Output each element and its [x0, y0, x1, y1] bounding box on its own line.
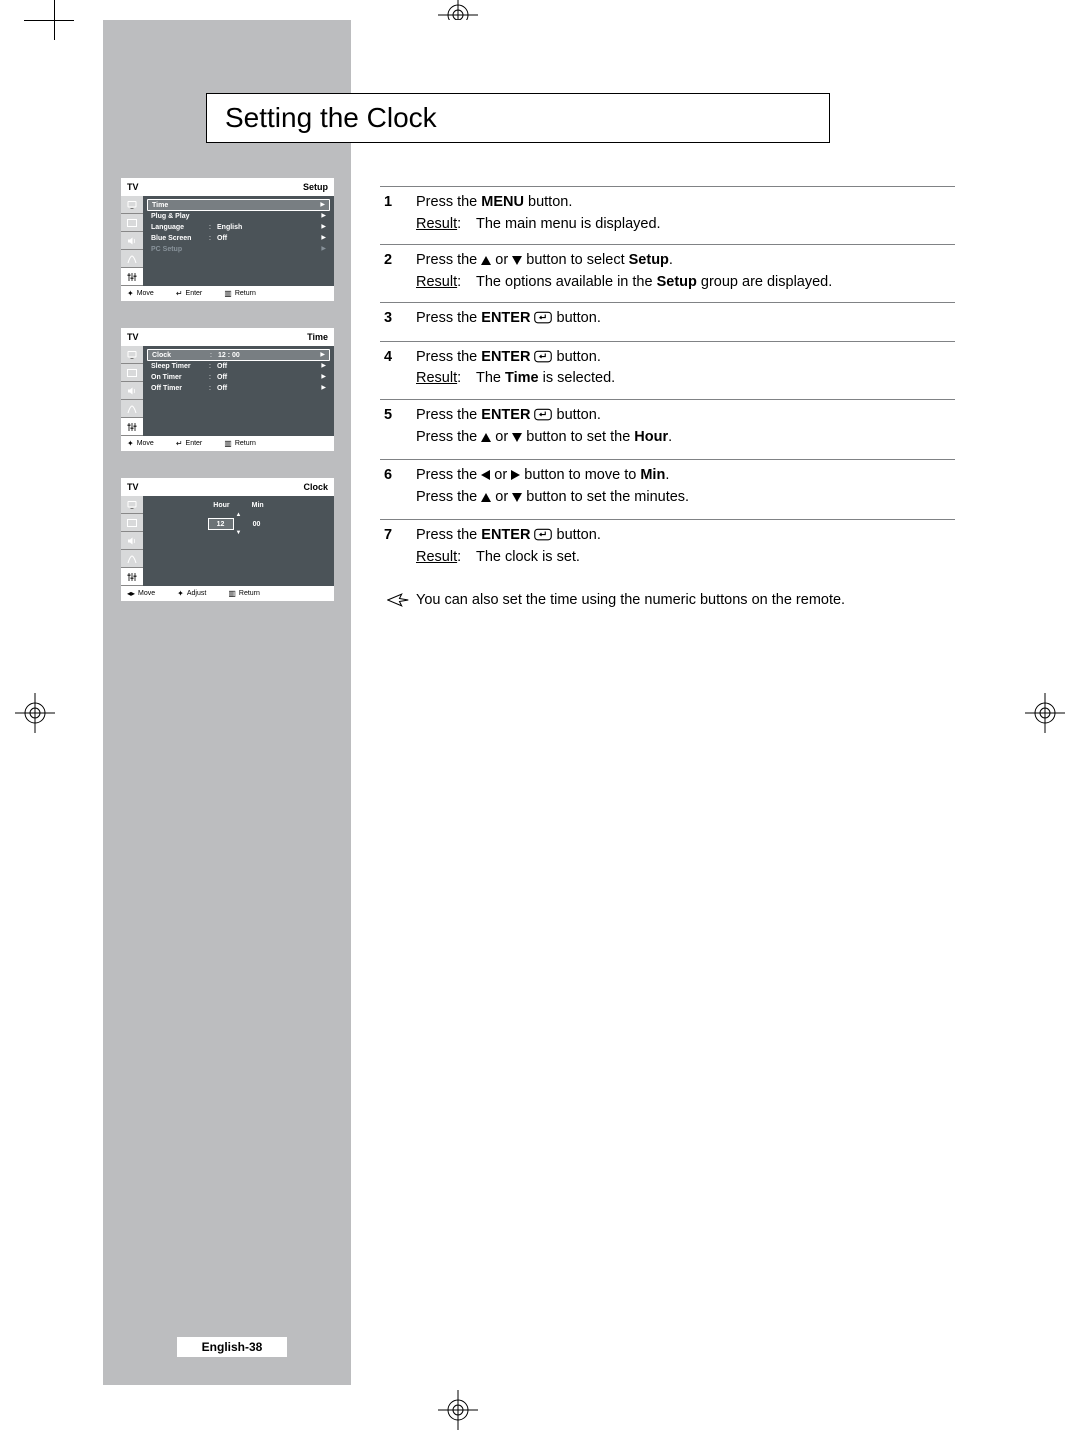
step-7: 7 Press the ENTER button. Result: The cl…: [380, 519, 955, 577]
return-glyph-icon: ▥: [228, 589, 236, 598]
down-arrow-icon: [512, 493, 522, 502]
osd-tabs: [121, 346, 143, 436]
move-glyph-icon: ✦: [127, 289, 134, 298]
enter-glyph-icon: ↵: [176, 289, 183, 298]
osd-clock-header: TV Clock: [121, 478, 334, 496]
osd-submenu-label: Setup: [303, 182, 328, 192]
osd-row-language: Language : English ▶: [147, 222, 330, 233]
osd-submenu-label: Clock: [303, 482, 328, 492]
clock-hour-label: Hour: [213, 502, 229, 509]
enter-icon: [534, 350, 552, 363]
step-1: 1 Press the MENU button. Result: The mai…: [380, 186, 955, 244]
up-arrow-icon: [481, 256, 491, 265]
right-arrow-icon: [511, 470, 520, 480]
osd-clock: TV Clock Hour Min ▲ 12 00: [121, 478, 334, 601]
move-glyph-icon: ◂▸: [127, 589, 135, 598]
registration-mark-right: [1025, 693, 1065, 733]
adjust-glyph-icon: ✦: [177, 589, 184, 598]
tab-setup-icon: [121, 418, 143, 436]
step-number: 2: [380, 251, 416, 292]
osd-row-on-timer: On Timer : Off ▶: [147, 372, 330, 383]
osd-submenu-label: Time: [307, 332, 328, 342]
osd-time-header: TV Time: [121, 328, 334, 346]
osd-tabs: [121, 496, 143, 586]
move-glyph-icon: ✦: [127, 439, 134, 448]
registration-mark-left: [15, 693, 55, 733]
clock-min-value: 00: [244, 518, 270, 530]
up-arrow-icon: [481, 493, 491, 502]
osd-row-sleep-timer: Sleep Timer : Off ▶: [147, 361, 330, 372]
step-number: 3: [380, 309, 416, 331]
step-number: 5: [380, 406, 416, 449]
osd-row-clock: Clock : 12 : 00 ▶: [147, 349, 330, 361]
tab-picture-icon: [121, 214, 143, 232]
enter-icon: [534, 311, 552, 324]
step-6: 6 Press the or button to move to Min. Pr…: [380, 459, 955, 519]
note-pointer-icon: [380, 591, 416, 607]
clock-hour-value: 12: [208, 518, 234, 530]
left-arrow-icon: [481, 470, 490, 480]
step-number: 7: [380, 526, 416, 567]
tab-input-icon: [121, 346, 143, 364]
osd-time: TV Time Clock : 12 : 00 ▶ Sleep Timer: [121, 328, 334, 451]
tab-channel-icon: [121, 550, 143, 568]
tab-sound-icon: [121, 532, 143, 550]
tab-sound-icon: [121, 382, 143, 400]
step-4: 4 Press the ENTER button. Result: The Ti…: [380, 341, 955, 399]
crop-mark-top-left: [24, 0, 84, 50]
page-number: English-38: [177, 1337, 287, 1357]
enter-icon: [534, 408, 552, 421]
note: You can also set the time using the nume…: [380, 577, 955, 611]
osd-row-off-timer: Off Timer : Off ▶: [147, 383, 330, 394]
osd-time-footer: ✦Move ↵Enter ▥Return: [121, 436, 334, 451]
osd-row-pc-setup: PC Setup ▶: [147, 244, 330, 255]
enter-icon: [534, 528, 552, 541]
tab-input-icon: [121, 196, 143, 214]
tab-setup-icon: [121, 268, 143, 286]
enter-glyph-icon: ↵: [176, 439, 183, 448]
registration-mark-bottom: [438, 1390, 478, 1430]
tab-channel-icon: [121, 250, 143, 268]
osd-row-blue-screen: Blue Screen : Off ▶: [147, 233, 330, 244]
osd-tv-label: TV: [127, 332, 139, 342]
tab-picture-icon: [121, 364, 143, 382]
steps-list: 1 Press the MENU button. Result: The mai…: [380, 186, 955, 611]
step-3: 3 Press the ENTER button.: [380, 302, 955, 341]
clock-down-arrow-icon: ▼: [236, 530, 242, 536]
step-5: 5 Press the ENTER button. Press the or b…: [380, 399, 955, 459]
down-arrow-icon: [512, 433, 522, 442]
tab-picture-icon: [121, 514, 143, 532]
up-arrow-icon: [481, 433, 491, 442]
tab-sound-icon: [121, 232, 143, 250]
step-number: 1: [380, 193, 416, 234]
osd-row-plug-play: Plug & Play ▶: [147, 211, 330, 222]
osd-tabs: [121, 196, 143, 286]
page-title-text: Setting the Clock: [225, 102, 437, 134]
osd-setup-content: Time ▶ Plug & Play ▶ Language : English …: [143, 196, 334, 286]
page-title: Setting the Clock: [206, 93, 830, 143]
return-glyph-icon: ▥: [224, 289, 232, 298]
step-2: 2 Press the or button to select Setup. R…: [380, 244, 955, 302]
page-frame: Setting the Clock TV Setup Time ▶: [103, 20, 968, 1385]
osd-tv-label: TV: [127, 482, 139, 492]
clock-min-label: Min: [252, 502, 264, 509]
osd-setup-footer: ✦Move ↵Enter ▥Return: [121, 286, 334, 301]
return-glyph-icon: ▥: [224, 439, 232, 448]
tab-input-icon: [121, 496, 143, 514]
osd-row-time: Time ▶: [147, 199, 330, 211]
osd-time-content: Clock : 12 : 00 ▶ Sleep Timer : Off ▶ On…: [143, 346, 334, 436]
step-number: 4: [380, 348, 416, 389]
osd-clock-content: Hour Min ▲ 12 00 ▼: [143, 496, 334, 586]
tab-channel-icon: [121, 400, 143, 418]
step-number: 6: [380, 466, 416, 509]
tab-setup-icon: [121, 568, 143, 586]
osd-setup: TV Setup Time ▶ Plug & Play: [121, 178, 334, 301]
osd-tv-label: TV: [127, 182, 139, 192]
osd-setup-header: TV Setup: [121, 178, 334, 196]
down-arrow-icon: [512, 256, 522, 265]
note-text: You can also set the time using the nume…: [416, 591, 955, 611]
osd-clock-footer: ◂▸Move ✦Adjust ▥Return: [121, 586, 334, 601]
